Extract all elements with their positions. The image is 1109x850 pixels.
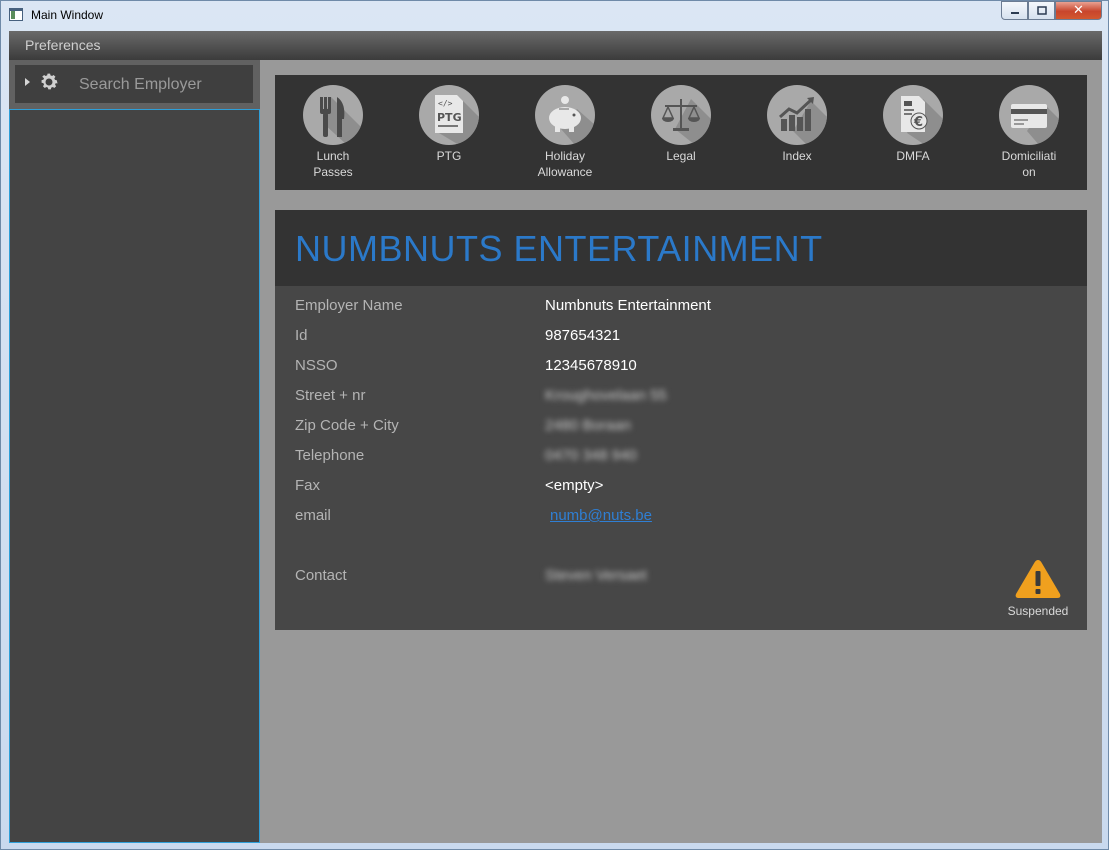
field-value-nsso: 12345678910	[545, 357, 637, 374]
expand-arrow-icon[interactable]	[25, 78, 30, 86]
employer-list[interactable]	[9, 109, 260, 843]
minimize-button[interactable]	[1001, 1, 1028, 20]
status-badge[interactable]: Suspended	[1001, 558, 1075, 618]
chart-up-icon	[767, 85, 827, 145]
tool-lunch-passes[interactable]: Lunch Passes	[293, 85, 373, 180]
field-value-employer-name: Numbnuts Entertainment	[545, 297, 711, 314]
window-controls: ✕	[1001, 1, 1102, 21]
svg-text:</>: </>	[438, 99, 453, 108]
ptg-document-icon: </> PTG	[419, 85, 479, 145]
search-employer-input[interactable]	[79, 74, 244, 96]
field-value-id: 987654321	[545, 327, 621, 344]
field-label-telephone: Telephone	[295, 447, 365, 464]
tool-label: Domiciliati on	[1001, 149, 1057, 179]
euro-document-icon: €	[883, 85, 943, 145]
page-title: NUMBNUTS ENTERTAINMENT	[295, 228, 823, 269]
app-icon	[9, 8, 23, 21]
scales-icon	[651, 85, 711, 145]
field-label-employer-name: Employer Name	[295, 297, 403, 314]
close-button[interactable]: ✕	[1055, 1, 1102, 20]
tool-label: PTG	[436, 149, 462, 163]
tool-ptg[interactable]: </> PTG PTG	[409, 85, 489, 164]
search-box	[15, 65, 253, 103]
field-label-nsso: NSSO	[295, 357, 338, 374]
fork-knife-icon	[303, 85, 363, 145]
maximize-icon	[1036, 6, 1047, 15]
main-window: Main Window ✕ Preferences Search Employe…	[0, 0, 1109, 850]
warning-icon	[1015, 560, 1061, 598]
employer-card-header: NUMBNUTS ENTERTAINMENT	[275, 210, 1087, 286]
title-bar[interactable]: Main Window ✕	[1, 1, 1108, 30]
field-value-contact: Steven Versaet	[545, 567, 647, 584]
field-label-zip-city: Zip Code + City	[295, 417, 399, 434]
window-title: Main Window	[31, 8, 104, 22]
tool-label: Lunch Passes	[313, 149, 353, 179]
field-value-fax: <empty>	[545, 477, 604, 494]
menu-preferences[interactable]: Preferences	[25, 37, 100, 53]
field-value-telephone: 0470 348 940	[545, 447, 637, 464]
tool-label: DMFA	[896, 149, 930, 163]
field-label-fax: Fax	[295, 477, 321, 494]
piggy-bank-icon	[535, 85, 595, 145]
tool-domiciliation[interactable]: Domiciliati on	[989, 85, 1069, 180]
field-label-email: email	[295, 507, 331, 524]
svg-text:€: €	[913, 115, 923, 130]
field-label-street: Street + nr	[295, 387, 366, 404]
employer-details: Employer Name Numbnuts Entertainment Id …	[275, 286, 1087, 630]
gear-icon[interactable]	[38, 71, 60, 93]
tool-label: Index	[782, 149, 812, 163]
tool-label: Holiday Allowance	[537, 149, 593, 179]
credit-card-icon	[999, 85, 1059, 145]
field-label-contact: Contact	[295, 567, 347, 584]
field-value-street: Kroughovelaan 55	[545, 387, 667, 404]
sidebar	[9, 60, 260, 843]
svg-text:PTG: PTG	[437, 111, 462, 124]
tool-dmfa[interactable]: € DMFA	[873, 85, 953, 164]
status-label: Suspended	[1007, 604, 1069, 618]
tool-label: Legal	[666, 149, 696, 163]
tool-legal[interactable]: Legal	[641, 85, 721, 164]
maximize-button[interactable]	[1028, 1, 1055, 20]
tool-holiday-allowance[interactable]: Holiday Allowance	[525, 85, 605, 180]
tool-index[interactable]: Index	[757, 85, 837, 164]
field-label-id: Id	[295, 327, 308, 344]
module-toolbar: Lunch Passes </> PTG PTG Holiday Allowan…	[275, 75, 1087, 190]
field-value-zip-city: 2480 Boraan	[545, 417, 631, 434]
menu-bar: Preferences	[9, 31, 1102, 60]
minimize-icon	[1010, 11, 1019, 14]
email-link[interactable]: numb@nuts.be	[550, 507, 652, 524]
